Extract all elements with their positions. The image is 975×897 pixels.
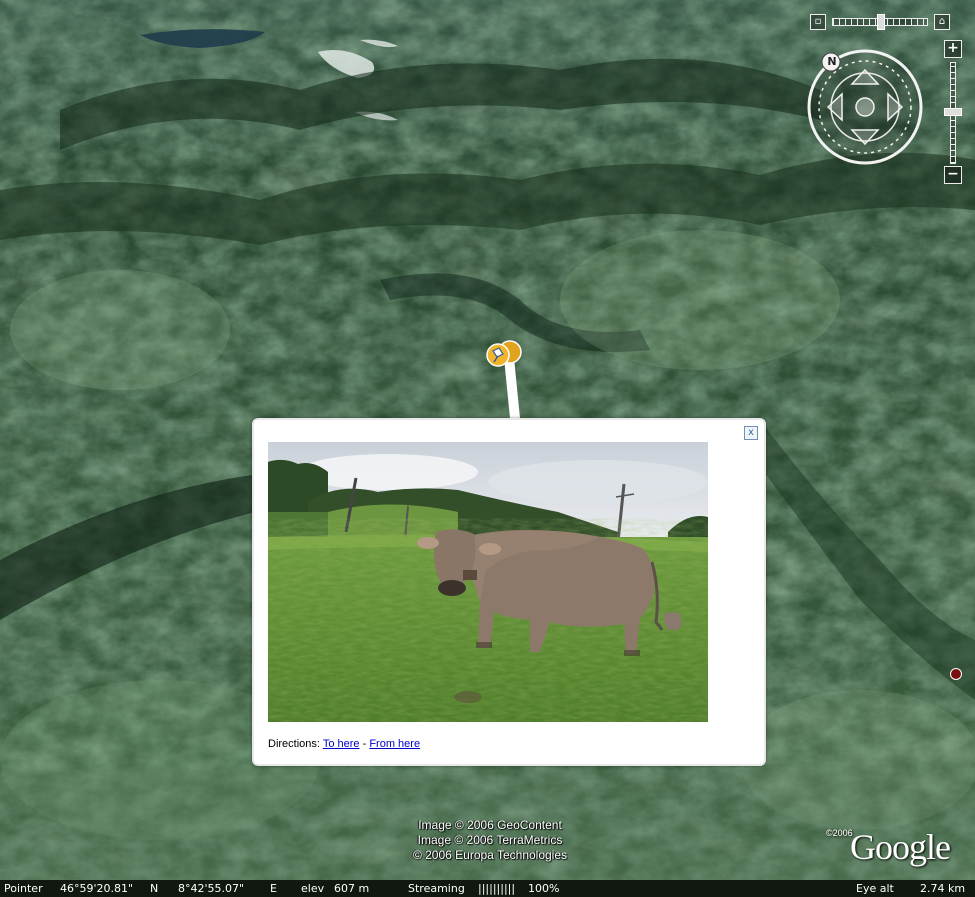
- zoom-slider-thumb[interactable]: [944, 108, 962, 116]
- directions-separator: -: [362, 738, 367, 750]
- streaming-label: Streaming: [408, 882, 465, 895]
- elevation-value: 607 m: [334, 882, 370, 895]
- close-icon[interactable]: x: [744, 426, 758, 440]
- attribution-line: Image © 2006 GeoContent: [418, 818, 562, 832]
- attribution-line: © 2006 Europa Technologies: [412, 848, 568, 862]
- directions-row: Directions: To here - From here: [268, 738, 420, 750]
- streaming-bar: ||||||||||: [478, 882, 516, 895]
- logo-copyright: ©2006: [826, 828, 853, 838]
- compass-north-label: N: [827, 55, 837, 68]
- tilt-slider-track[interactable]: [832, 14, 928, 30]
- status-bar: Pointer 46°59'20.81" N 8°42'55.07" E ele…: [0, 880, 975, 897]
- directions-from-here-link[interactable]: From here: [369, 738, 420, 750]
- zoom-in-button[interactable]: +: [944, 40, 962, 58]
- pointer-latitude: 46°59'20.81": [60, 882, 134, 895]
- tilt-horizon-view-icon[interactable]: ⌂: [934, 14, 950, 30]
- tilt-slider[interactable]: ▫ ⌂: [810, 14, 950, 30]
- placemark-dot[interactable]: [950, 668, 962, 680]
- imagery-attribution: Image © 2006 GeoContent Image © 2006 Ter…: [380, 818, 600, 863]
- zoom-slider[interactable]: + −: [942, 40, 962, 186]
- map-3d-view[interactable]: ▫ ⌂ N + − x Directions: To here - From h…: [0, 0, 975, 880]
- directions-to-here-link[interactable]: To here: [323, 738, 360, 750]
- logo-wordmark: Google: [850, 827, 951, 867]
- tilt-slider-thumb[interactable]: [877, 14, 885, 30]
- elevation-label: elev: [301, 882, 325, 895]
- streaming-percent: 100%: [528, 882, 560, 895]
- pointer-lon-hemisphere: E: [270, 882, 277, 895]
- compass-icon[interactable]: [804, 46, 926, 168]
- directions-label: Directions:: [268, 738, 320, 750]
- tilt-top-view-icon[interactable]: ▫: [810, 14, 826, 30]
- eye-alt-label: Eye alt: [856, 882, 894, 895]
- pointer-label: Pointer: [4, 882, 43, 895]
- navigation-controls: ▫ ⌂ N + −: [790, 8, 970, 188]
- attribution-line: Image © 2006 TerraMetrics: [417, 833, 563, 847]
- pointer-lat-hemisphere: N: [150, 882, 159, 895]
- eye-alt-value: 2.74 km: [920, 882, 966, 895]
- zoom-out-button[interactable]: −: [944, 166, 962, 184]
- info-balloon: x Directions: To here - From here: [252, 418, 766, 766]
- cow-photo: [268, 442, 708, 722]
- pointer-longitude: 8°42'55.07": [178, 882, 245, 895]
- pushpin-icon[interactable]: [484, 338, 524, 422]
